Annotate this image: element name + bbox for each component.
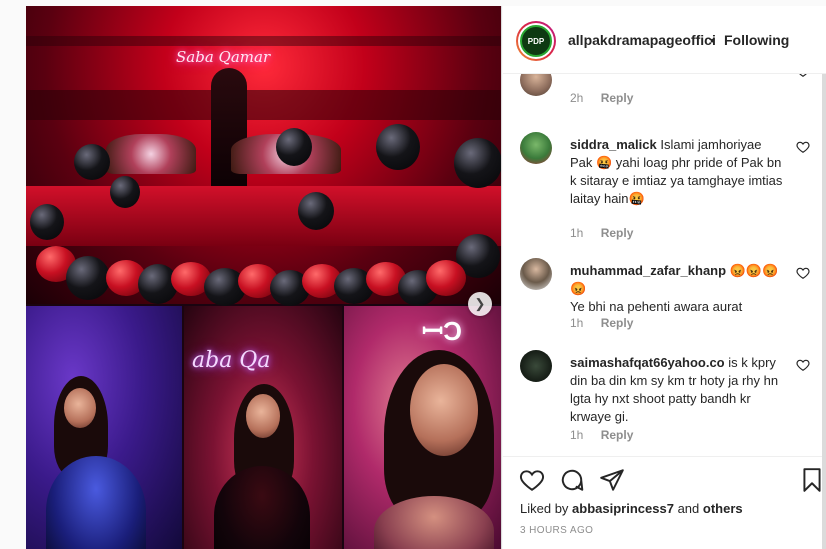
reply-button[interactable]: Reply (601, 316, 634, 330)
comment-like-heart-icon[interactable] (796, 358, 810, 372)
comment-username[interactable]: muhammad_zafar_khanp (570, 263, 726, 278)
post-image[interactable]: Saba Qamar aba Qa ꟷƆ ❯ (26, 6, 502, 549)
liked-by-prefix: Liked by (520, 501, 569, 516)
liked-by-text: Liked by abbasiprincess7 and others (520, 501, 743, 516)
liked-by-and: and (677, 501, 700, 516)
heart-icon[interactable] (519, 467, 545, 493)
stage (26, 186, 501, 246)
page-gutter (0, 0, 26, 549)
commenter-avatar[interactable] (520, 74, 552, 96)
commenter-avatar[interactable] (520, 350, 552, 382)
commenter-avatar[interactable] (520, 258, 552, 290)
liked-by-others-link[interactable]: others (703, 501, 743, 516)
post-side-panel: PDP allpakdramapageoffici • Following 2h… (503, 6, 826, 549)
profile-username[interactable]: allpakdramapageoffici (568, 32, 716, 48)
panel-border (822, 6, 826, 549)
comment-time: 1h (570, 428, 584, 442)
reply-button[interactable]: Reply (601, 428, 634, 442)
comment-like-heart-icon[interactable] (796, 74, 810, 78)
comment-time: 2h (570, 91, 584, 105)
collage-photo-2: aba Qa (184, 306, 342, 549)
neon-sign-small: aba Qa (192, 348, 271, 373)
comments-list[interactable]: 2h Reply siddra_malick Islami jamhoriyae… (503, 74, 826, 456)
comment-like-heart-icon[interactable] (796, 140, 810, 154)
reply-button[interactable]: Reply (601, 91, 634, 105)
next-image-button[interactable]: ❯ (468, 292, 492, 316)
comment-body: Ye bhi na pehenti awara aurat (570, 299, 743, 314)
post-actions: Liked by abbasiprincess7 and others 3 HO… (503, 456, 826, 549)
reply-button[interactable]: Reply (601, 226, 634, 240)
comment-username[interactable]: saimashafqat66yahoo.co (570, 355, 725, 370)
separator-dot: • (710, 32, 715, 48)
instagram-post-view: Saba Qamar aba Qa ꟷƆ ❯ PDP allpakdramapa… (0, 0, 826, 549)
liked-by-username[interactable]: abbasiprincess7 (572, 501, 674, 516)
profile-avatar[interactable]: PDP (516, 21, 556, 61)
following-button[interactable]: Following (724, 32, 789, 48)
avatar-logo-text: PDP (520, 25, 552, 57)
comment-like-heart-icon[interactable] (796, 266, 810, 280)
collage-photo-3: ꟷƆ (344, 306, 501, 549)
share-icon[interactable] (599, 467, 625, 493)
comment-username[interactable]: siddra_malick (570, 137, 657, 152)
collage-photo-1 (26, 306, 182, 549)
post-timestamp[interactable]: 3 HOURS AGO (520, 525, 593, 536)
chevron-right-icon: ❯ (474, 296, 486, 311)
neon-logo-glyph: ꟷƆ (422, 316, 462, 346)
party-stage-photo: Saba Qamar (26, 6, 501, 306)
post-header: PDP allpakdramapageoffici • Following (503, 6, 826, 74)
commenter-avatar[interactable] (520, 132, 552, 164)
neon-sign-text: Saba Qamar (176, 48, 271, 66)
comment-time: 1h (570, 226, 584, 240)
comment-icon[interactable] (559, 467, 585, 493)
comment-time: 1h (570, 316, 584, 330)
woman-figure (211, 68, 247, 198)
